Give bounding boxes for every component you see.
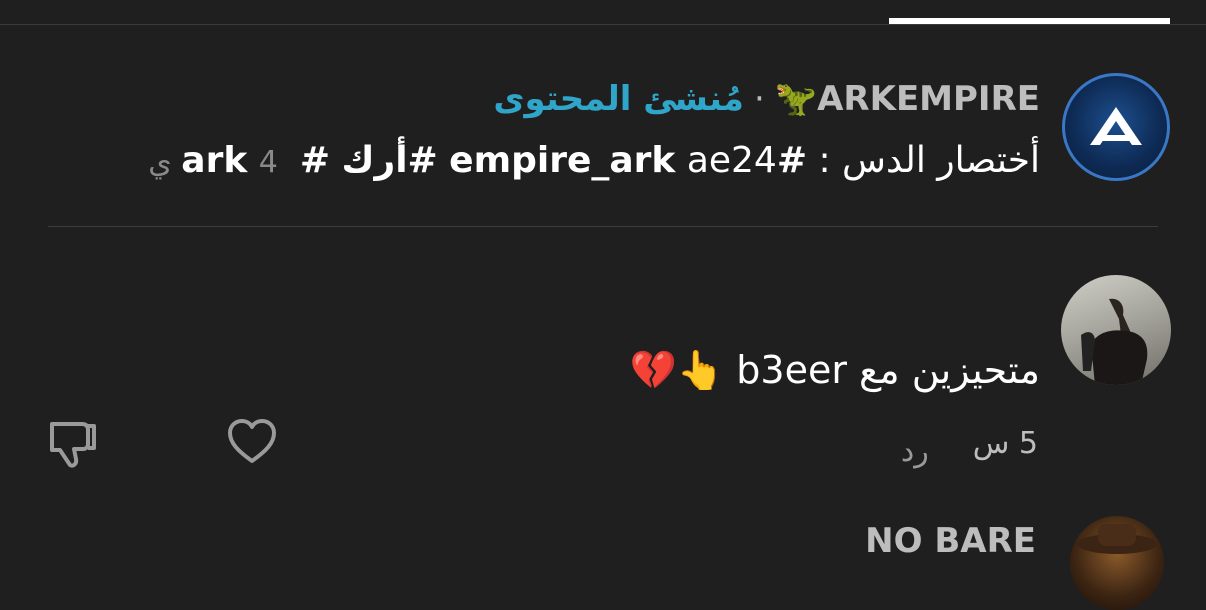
comment-2-meta: 5 س رد	[901, 424, 1038, 469]
creator-badge: مُنشئ المحتوى	[493, 79, 744, 119]
text-ae24: ae24	[686, 140, 777, 181]
comment-text-prefix: أختصار الدس :	[818, 140, 1040, 181]
separator-dot: ·	[753, 79, 765, 119]
comment-1-text: أختصار الدس : #empire_ark ae24 #أرك #ark…	[148, 138, 1040, 184]
comment-3-author[interactable]: NO BARE	[865, 518, 1036, 564]
ark-logo-icon	[1090, 107, 1142, 145]
section-divider	[48, 226, 1158, 227]
hashtag-ark[interactable]: #ark	[181, 140, 330, 181]
thumbs-down-outline-icon	[50, 422, 96, 468]
heart-outline-icon	[228, 419, 276, 463]
dislike-button[interactable]	[44, 414, 100, 470]
reply-button[interactable]: رد	[901, 432, 929, 472]
cowboy-photo-icon	[1077, 524, 1157, 554]
top-divider	[0, 24, 1206, 25]
rider-photo-icon	[1081, 298, 1148, 385]
comment-2-text: متحيزين مع b3eer 👆💔	[629, 348, 1040, 392]
hashtag-ark-arabic[interactable]: #أرك	[341, 140, 437, 181]
comment-1-header: 🦖ARKEMPIRE·مُنشئ المحتوى	[493, 76, 1040, 122]
comment-time: 5 س	[972, 426, 1038, 461]
like-button[interactable]	[224, 414, 280, 470]
avatar-commenter[interactable]	[1061, 275, 1171, 385]
avatar-arkempire[interactable]	[1062, 73, 1170, 181]
avatar-no-bare[interactable]	[1070, 516, 1164, 610]
active-tab-indicator	[889, 18, 1170, 24]
author-name[interactable]: 🦖ARKEMPIRE	[775, 79, 1040, 119]
